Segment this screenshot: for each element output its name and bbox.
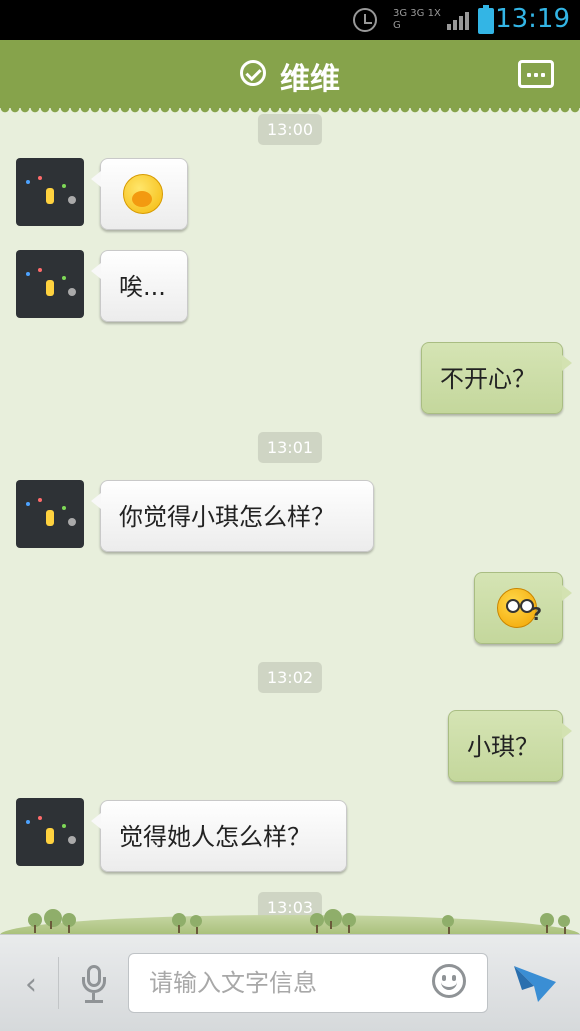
- message-bubble-left[interactable]: 觉得她人怎么样？: [91, 800, 347, 872]
- microphone-icon[interactable]: [80, 965, 108, 1003]
- message-bubble-right[interactable]: [474, 572, 572, 651]
- divider: [58, 957, 59, 1009]
- chat-header: 维维: [0, 40, 580, 114]
- chat-area[interactable]: 13:00 唉... 不开心？ 13:01 你觉得小琪怎么样？ ? 13:02 …: [0, 114, 580, 934]
- header-title-wrap: 维维: [0, 54, 580, 98]
- message-text: 唉...: [119, 273, 166, 301]
- page-title: 维维: [280, 62, 340, 97]
- status-time: 13:19: [495, 4, 570, 34]
- message-text: 你觉得小琪怎么样？: [119, 503, 335, 531]
- message-bubble-right[interactable]: 小琪？: [448, 710, 572, 782]
- confused-emoji-icon: [497, 579, 542, 651]
- avatar[interactable]: [16, 158, 84, 226]
- message-text: 不开心？: [440, 365, 536, 393]
- time-badge: 13:02: [257, 662, 323, 693]
- send-button[interactable]: [512, 962, 558, 1004]
- alarm-icon: [353, 8, 377, 32]
- message-bubble-right[interactable]: 不开心？: [421, 342, 572, 414]
- more-options-button[interactable]: [518, 60, 554, 88]
- time-badge: 13:01: [257, 432, 323, 463]
- avatar[interactable]: [16, 480, 84, 548]
- battery-icon: [478, 5, 494, 34]
- message-bubble-left[interactable]: 唉...: [91, 250, 188, 322]
- input-bar: ‹ 请输入文字信息: [0, 934, 580, 1031]
- avatar[interactable]: [16, 798, 84, 866]
- message-text: 觉得她人怎么样？: [119, 823, 311, 851]
- network-icon: 3G 3G 1X G: [393, 8, 441, 31]
- shy-emoji-icon: [123, 174, 163, 214]
- message-bubble-left[interactable]: 你觉得小琪怎么样？: [91, 480, 374, 552]
- chevron-left-icon[interactable]: ‹: [16, 965, 46, 1005]
- time-badge: 13:00: [257, 114, 323, 145]
- message-bubble-left[interactable]: [91, 158, 188, 230]
- avatar[interactable]: [16, 250, 84, 318]
- more-dots-icon: [527, 73, 531, 77]
- signal-icon: [447, 8, 469, 32]
- check-circle-icon: [240, 60, 266, 86]
- status-bar: 3G 3G 1X G 13:19: [0, 0, 580, 40]
- message-text: 小琪？: [467, 733, 539, 761]
- landscape-decoration: [0, 895, 580, 935]
- smiley-icon[interactable]: [432, 964, 466, 998]
